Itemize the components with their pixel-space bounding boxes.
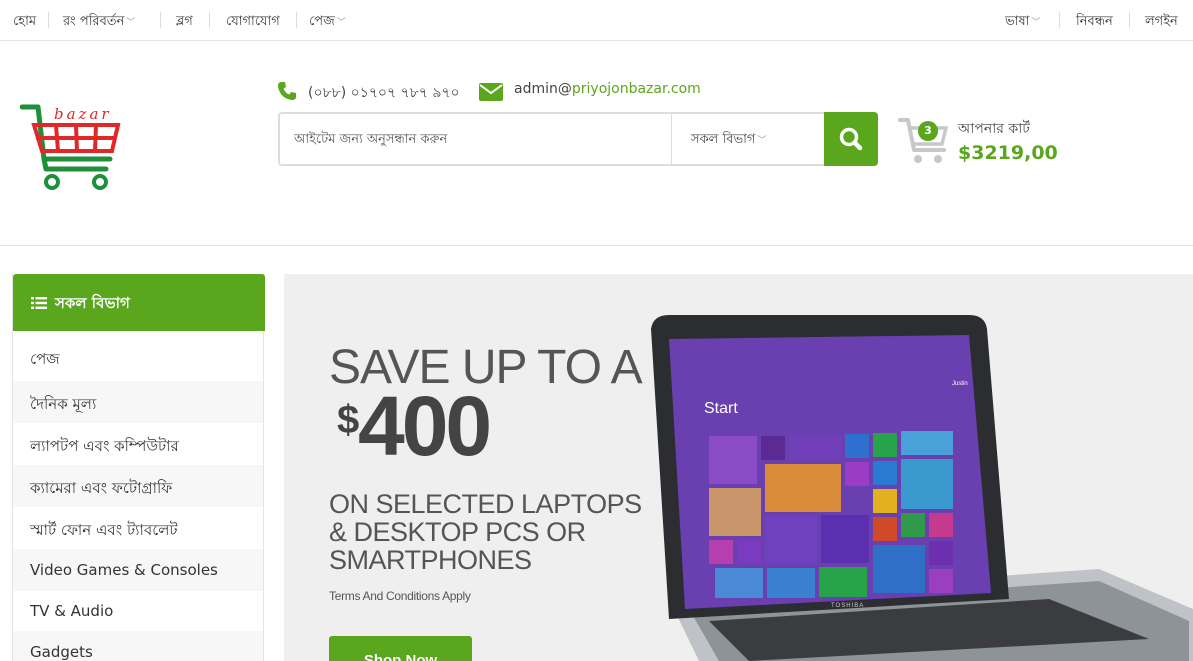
top-nav-bar: হোম রং পরিবর্তন ﹀ ব্লগ যোগাযোগ পেজ ﹀ ভাষা ﹀… <box>0 0 1193 41</box>
chevron-down-icon: ﹀ <box>336 18 346 28</box>
nav-pages-menu[interactable]: পেজ ﹀ <box>309 12 346 33</box>
nav-pages-label: পেজ <box>309 14 335 29</box>
chevron-down-icon: ﹀ <box>126 18 136 28</box>
nav-divider <box>209 12 210 28</box>
logo-text: bazar <box>54 105 112 123</box>
contact-email[interactable]: admin@priyojonbazar.com <box>514 81 701 97</box>
banner-terms[interactable]: Terms And Conditions Apply <box>329 589 471 603</box>
nav-divider <box>48 12 49 28</box>
nav-blog-link[interactable]: ব্লগ <box>176 12 193 33</box>
sidebar-item-video-games[interactable]: Video Games & Consoles <box>13 549 263 591</box>
nav-divider <box>1129 12 1130 28</box>
screen-user-text: Justin <box>952 381 968 387</box>
sidebar-item-camera-photography[interactable]: ক্যামেরা এবং ফটোগ্রাফি <box>13 465 263 507</box>
nav-color-change-menu[interactable]: রং পরিবর্তন ﹀ <box>63 12 135 33</box>
nav-divider <box>1059 12 1060 28</box>
nav-register-link[interactable]: নিবন্ধন <box>1076 12 1113 33</box>
laptop-brand-text: TOSHIBA <box>831 603 864 609</box>
sidebar-item-laptops-computers[interactable]: ল্যাপটপ এবং কম্পিউটার <box>13 423 263 465</box>
nav-color-change-label: রং পরিবর্তন <box>63 14 125 29</box>
list-icon <box>31 297 47 309</box>
sidebar-item-pages[interactable]: পেজ <box>13 336 263 378</box>
laptop-image: Start Justin TOSHIBA <box>651 315 1193 661</box>
banner-currency: $ <box>337 398 360 442</box>
envelope-icon <box>479 83 503 101</box>
nav-language-label: ভাষা <box>1005 14 1030 29</box>
phone-icon <box>278 82 296 100</box>
search-bar: সকল বিভাগ﹀ <box>278 112 878 166</box>
shop-now-button[interactable]: Shop Now <box>329 636 472 661</box>
promo-banner: SAVE UP TO A $ 400 ON SELECTED LAPTOPS &… <box>284 274 1193 661</box>
nav-login-link[interactable]: লগইন <box>1145 12 1178 33</box>
cart-label[interactable]: আপনার কার্ট <box>958 117 1030 141</box>
sidebar-item-smartphones-tablets[interactable]: স্মার্ট ফোন এবং ট্যাবলেট <box>13 507 263 549</box>
category-sidebar: সকল বিভাগ পেজ দৈনিক মূল্য ল্যাপটপ এবং কম… <box>12 274 265 661</box>
sidebar-title: সকল বিভাগ <box>55 294 130 312</box>
cart-count-badge: 3 <box>918 121 938 141</box>
nav-language-menu[interactable]: ভাষা ﹀ <box>1005 12 1040 33</box>
search-input[interactable] <box>282 116 668 162</box>
banner-subtitle: ON SELECTED LAPTOPS & DESKTOP PCS OR SMA… <box>329 489 642 575</box>
sidebar-header[interactable]: সকল বিভাগ <box>13 274 265 331</box>
chevron-down-icon: ﹀ <box>757 136 767 146</box>
search-icon <box>839 127 863 151</box>
site-header: bazar (০৮৮) ০১৭০৭ ৭৮৭ ৯৭০ admin@priyojon… <box>0 41 1193 246</box>
search-category-label: সকল বিভাগ <box>691 132 756 147</box>
sidebar-item-gadgets[interactable]: Gadgets <box>13 631 263 661</box>
nav-divider <box>296 12 297 28</box>
nav-contact-link[interactable]: যোগাযোগ <box>226 12 280 33</box>
email-domain: priyojonbazar.com <box>571 81 701 97</box>
sidebar-item-tv-audio[interactable]: TV & Audio <box>13 590 263 632</box>
search-button[interactable] <box>824 112 878 166</box>
search-category-select[interactable]: সকল বিভাগ ﹀ <box>671 114 825 164</box>
chevron-down-icon: ﹀ <box>1031 18 1041 28</box>
banner-amount: 400 <box>358 379 492 473</box>
contact-phone[interactable]: (০৮৮) ০১৭০৭ ৭৮৭ ৯৭০ <box>308 81 460 105</box>
screen-start-text: Start <box>704 400 738 417</box>
nav-home-link[interactable]: হোম <box>13 12 36 33</box>
email-prefix: admin@ <box>514 81 572 97</box>
cart-total[interactable]: $3219,00 <box>958 142 1058 164</box>
site-logo[interactable]: bazar <box>20 103 128 195</box>
sidebar-item-daily-price[interactable]: দৈনিক মূল্য <box>13 381 263 423</box>
nav-divider <box>160 12 161 28</box>
